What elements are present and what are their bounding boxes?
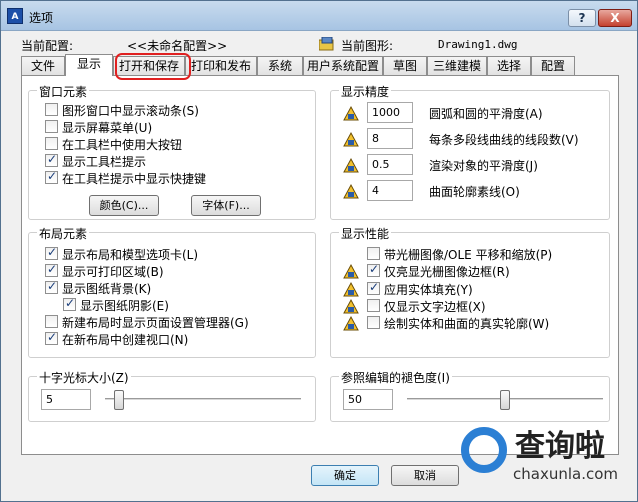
true-silhouettes-checkbox[interactable]	[367, 316, 380, 329]
magnifier-icon	[461, 427, 507, 473]
drawing-saved-icon	[343, 157, 359, 173]
arc-smoothness-input[interactable]: 1000	[367, 102, 413, 123]
raster-pan-zoom-label: 带光栅图像/OLE 平移和缩放(P)	[384, 248, 553, 262]
highlight-ring	[115, 53, 191, 80]
layout-tabs-label: 显示布局和模型选项卡(L)	[62, 248, 199, 262]
crosshair-size-group: 十字光标大小(Z) 5	[28, 369, 316, 422]
create-viewport-checkbox[interactable]	[45, 330, 58, 345]
layout-tabs-checkbox[interactable]	[45, 245, 58, 260]
tab-profiles[interactable]: 配置	[531, 56, 575, 75]
paper-shadow-label: 显示图纸阴影(E)	[80, 299, 169, 313]
raster-frame-checkbox[interactable]	[367, 262, 380, 277]
title-bar[interactable]: A 选项 ? X	[1, 1, 637, 31]
fonts-button[interactable]: 字体(F)...	[191, 195, 261, 216]
solid-fill-label: 应用实体填充(Y)	[384, 283, 473, 297]
xref-fade-input[interactable]: 50	[343, 389, 393, 410]
rendered-smoothness-label: 渲染对象的平滑度(J)	[429, 159, 538, 173]
xref-fade-slider-thumb[interactable]	[500, 390, 510, 410]
watermark-text: 查询啦	[515, 429, 605, 464]
display-tab-panel: 窗口元素 图形窗口中显示滚动条(S) 显示屏幕菜单(U) 在工具栏中使用大按钮 …	[21, 75, 619, 455]
current-drawing-label: 当前图形:	[341, 39, 394, 53]
contour-lines-label: 曲面轮廓素线(O)	[429, 185, 520, 199]
cancel-button[interactable]: 取消	[391, 465, 459, 486]
watermark-url: chaxunla.com	[513, 465, 618, 483]
current-profile-label: 当前配置:	[21, 39, 74, 53]
tab-drafting[interactable]: 草图	[383, 56, 427, 75]
current-profile-value: <<未命名配置>>	[127, 39, 228, 53]
page-setup-manager-label: 新建布局时显示页面设置管理器(G)	[62, 316, 249, 330]
tab-plot-and-publish[interactable]: 打印和发布	[185, 56, 257, 75]
crosshair-size-slider-thumb[interactable]	[114, 390, 125, 410]
tab-selection[interactable]: 选择	[487, 56, 531, 75]
crosshair-size-title: 十字光标大小(Z)	[37, 369, 131, 386]
display-resolution-group: 显示精度 1000 圆弧和圆的平滑度(A) 8 每条多段线曲线的线段数(V) 0…	[330, 83, 610, 220]
ok-button[interactable]: 确定	[311, 465, 379, 486]
tooltips-label: 显示工具栏提示	[62, 155, 147, 169]
autocad-app-icon: A	[7, 8, 23, 24]
drawing-file-icon	[319, 37, 334, 51]
layout-elements-group: 布局元素 显示布局和模型选项卡(L) 显示可打印区域(B) 显示图纸背景(K) …	[28, 225, 316, 358]
drawing-saved-icon	[343, 298, 359, 314]
tab-system[interactable]: 系统	[257, 56, 303, 75]
drawing-saved-icon	[343, 263, 359, 279]
colors-button[interactable]: 颜色(C)...	[89, 195, 159, 216]
printable-area-label: 显示可打印区域(B)	[62, 265, 164, 279]
current-drawing-value: Drawing1.dwg	[438, 38, 518, 51]
raster-pan-zoom-checkbox[interactable]	[367, 247, 380, 260]
crosshair-size-input[interactable]: 5	[41, 389, 91, 410]
help-button[interactable]: ?	[568, 9, 596, 27]
paper-background-checkbox[interactable]	[45, 279, 58, 294]
layout-elements-title: 布局元素	[37, 225, 90, 242]
large-buttons-checkbox[interactable]	[45, 137, 58, 150]
solid-fill-checkbox[interactable]	[367, 280, 380, 295]
arc-smoothness-label: 圆弧和圆的平滑度(A)	[429, 107, 543, 121]
drawing-saved-icon	[343, 315, 359, 331]
tab-3d-modeling[interactable]: 三维建模	[427, 56, 487, 75]
drawing-saved-icon	[343, 183, 359, 199]
text-frame-label: 仅显示文字边框(X)	[384, 300, 486, 314]
polyline-segments-input[interactable]: 8	[367, 128, 413, 149]
shortcut-keys-checkbox[interactable]	[45, 169, 58, 184]
tooltips-checkbox[interactable]	[45, 152, 58, 167]
display-performance-group: 显示性能 带光栅图像/OLE 平移和缩放(P) 仅亮显光栅图像边框(R) 应用实…	[330, 225, 610, 358]
crosshair-size-slider[interactable]	[105, 398, 301, 401]
screen-menu-label: 显示屏幕菜单(U)	[62, 121, 153, 135]
xref-fade-group: 参照编辑的褪色度(I) 50	[330, 369, 610, 422]
scrollbars-checkbox[interactable]	[45, 103, 58, 116]
printable-area-checkbox[interactable]	[45, 262, 58, 277]
xref-fade-title: 参照编辑的褪色度(I)	[339, 369, 452, 386]
display-performance-title: 显示性能	[339, 225, 392, 242]
drawing-saved-icon	[343, 105, 359, 121]
raster-frame-label: 仅亮显光栅图像边框(R)	[384, 265, 510, 279]
display-resolution-title: 显示精度	[339, 83, 392, 100]
dialog-title: 选项	[29, 11, 54, 25]
screen-menu-checkbox[interactable]	[45, 120, 58, 133]
tab-files[interactable]: 文件	[21, 56, 65, 75]
drawing-saved-icon	[343, 131, 359, 147]
watermark-logo: 查询啦 chaxunla.com	[453, 421, 633, 499]
scrollbars-label: 图形窗口中显示滚动条(S)	[62, 104, 199, 118]
rendered-smoothness-input[interactable]: 0.5	[367, 154, 413, 175]
drawing-saved-icon	[343, 281, 359, 297]
window-elements-title: 窗口元素	[37, 83, 90, 100]
paper-background-label: 显示图纸背景(K)	[62, 282, 152, 296]
close-button[interactable]: X	[598, 9, 632, 27]
polyline-segments-label: 每条多段线曲线的线段数(V)	[429, 133, 579, 147]
window-elements-group: 窗口元素 图形窗口中显示滚动条(S) 显示屏幕菜单(U) 在工具栏中使用大按钮 …	[28, 83, 316, 220]
tab-user-preferences[interactable]: 用户系统配置	[303, 56, 383, 75]
tab-display[interactable]: 显示	[65, 54, 113, 76]
paper-shadow-checkbox[interactable]	[63, 296, 76, 311]
page-setup-manager-checkbox[interactable]	[45, 315, 58, 328]
true-silhouettes-label: 绘制实体和曲面的真实轮廓(W)	[384, 317, 550, 331]
options-dialog: A 选项 ? X 当前配置: <<未命名配置>> 当前图形: Drawing1.…	[0, 0, 638, 502]
create-viewport-label: 在新布局中创建视口(N)	[62, 333, 189, 347]
shortcut-keys-label: 在工具栏提示中显示快捷键	[62, 172, 207, 186]
contour-lines-input[interactable]: 4	[367, 180, 413, 201]
large-buttons-label: 在工具栏中使用大按钮	[62, 138, 183, 152]
text-frame-checkbox[interactable]	[367, 299, 380, 312]
